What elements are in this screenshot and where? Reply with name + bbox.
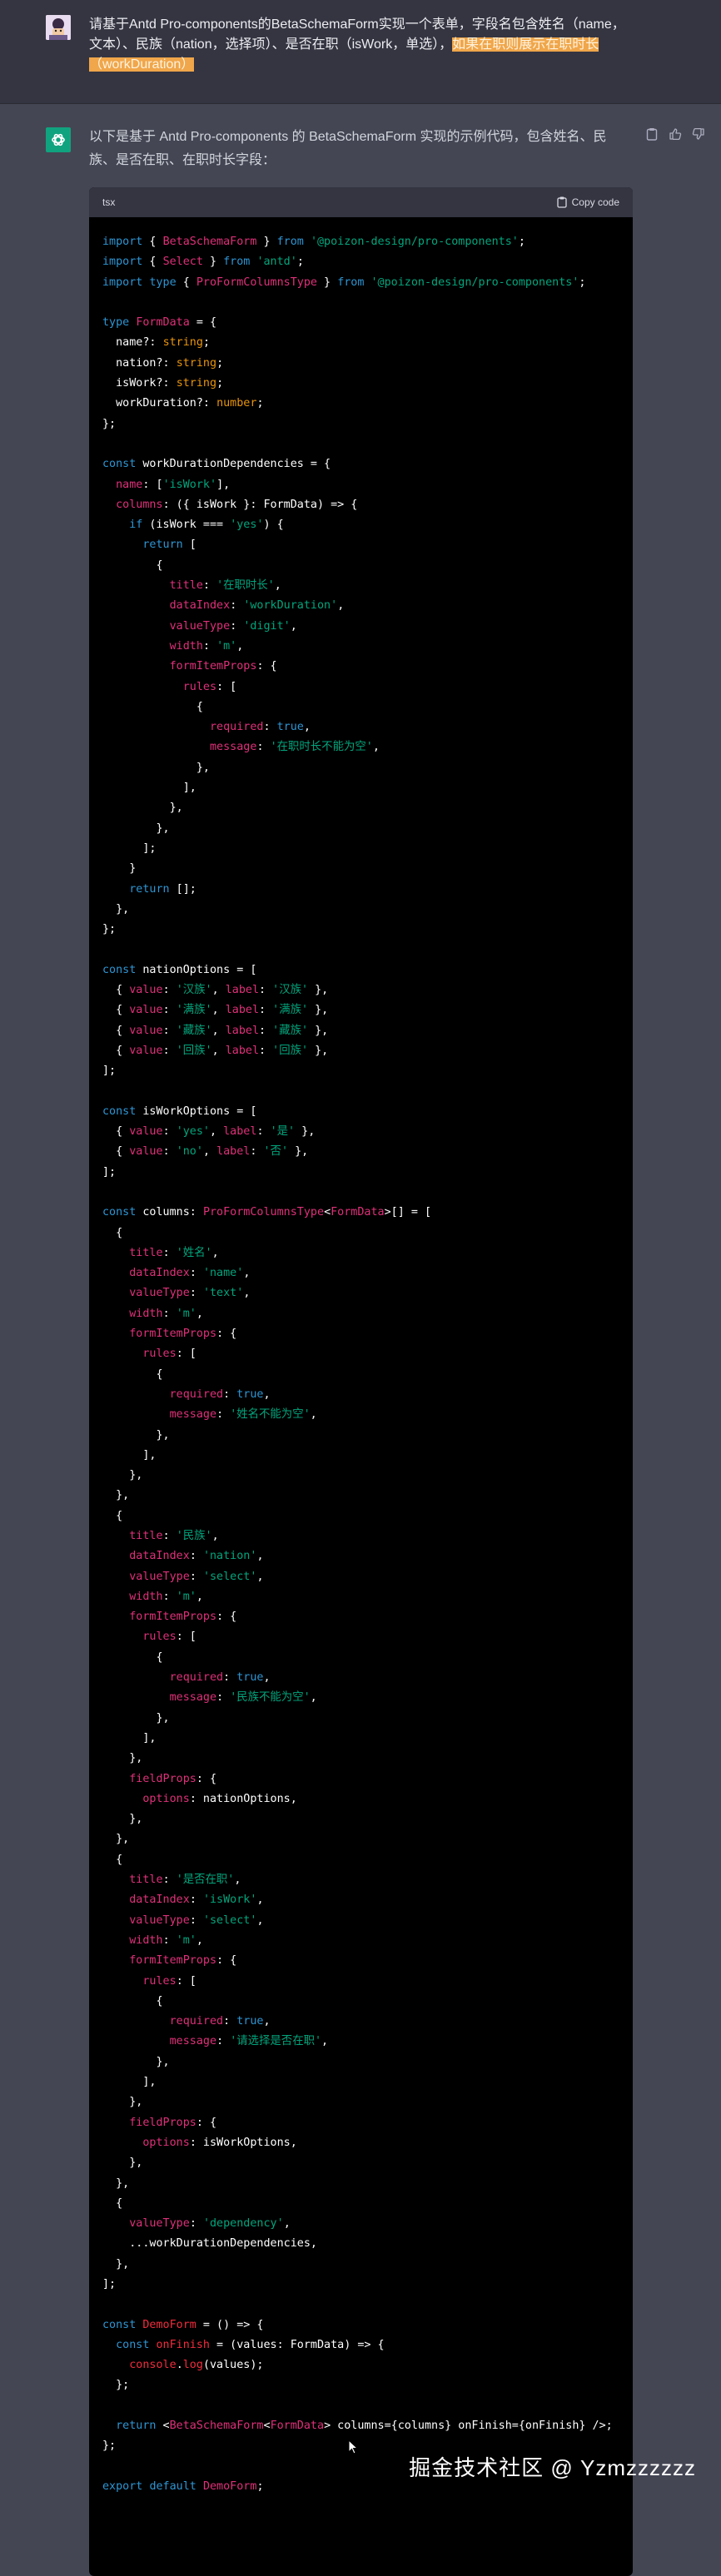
- code-block-header: tsx Copy code: [89, 187, 633, 217]
- thumbs-up-icon[interactable]: [668, 127, 683, 142]
- user-message-text: 请基于Antd Pro-components的BetaSchemaForm实现一…: [89, 17, 625, 72]
- code-language-label: tsx: [102, 196, 116, 208]
- watermark: 掘金技术社区 @ Yzmzzzzzz: [409, 2455, 696, 2480]
- clipboard-icon: [556, 196, 567, 208]
- code-block: tsx Copy code import { BetaSchemaForm } …: [89, 187, 633, 2576]
- assistant-message-row: 以下是基于 Antd Pro-components 的 BetaSchemaFo…: [0, 104, 721, 2576]
- openai-logo-icon: [46, 127, 71, 152]
- thumbs-down-icon[interactable]: [691, 127, 706, 142]
- user-message-row: 请基于Antd Pro-components的BetaSchemaForm实现一…: [0, 0, 721, 104]
- clipboard-icon[interactable]: [644, 127, 659, 142]
- copy-code-label: Copy code: [571, 196, 619, 208]
- copy-code-button[interactable]: Copy code: [556, 196, 619, 208]
- message-actions: [644, 127, 706, 142]
- assistant-intro-text: 以下是基于 Antd Pro-components 的 BetaSchemaFo…: [89, 130, 607, 167]
- mouse-cursor-icon: [348, 2439, 359, 2459]
- user-avatar: [46, 15, 71, 40]
- code-content: import { BetaSchemaForm } from '@poizon-…: [102, 236, 613, 2493]
